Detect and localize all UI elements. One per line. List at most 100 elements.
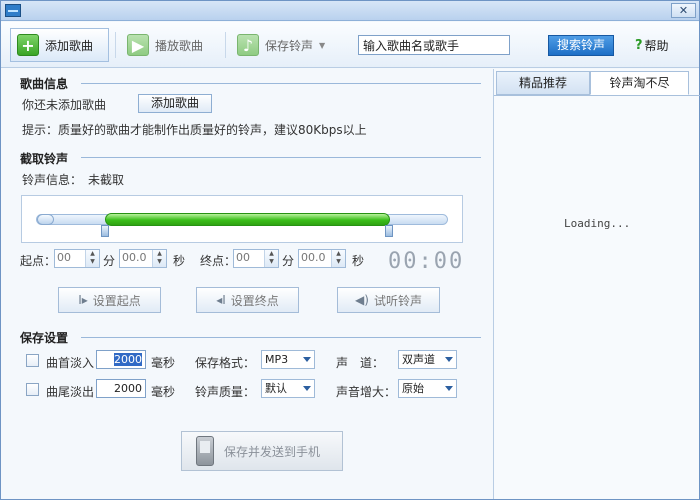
end-second-stepper[interactable]: 00.0 ▲ ▼ — [298, 249, 346, 268]
fade-in-input[interactable]: 2000 — [96, 350, 146, 369]
end-label: 终点： — [200, 254, 237, 268]
save-and-send-button[interactable]: 保存并发送到手机 — [181, 431, 343, 471]
save-and-send-label: 保存并发送到手机 — [224, 444, 321, 459]
add-song-button[interactable]: 添加歌曲 — [138, 94, 212, 113]
play-icon: ▶ — [127, 34, 149, 56]
song-info-title: 歌曲信息 — [20, 77, 69, 91]
time-display: 00:00 — [388, 249, 465, 274]
app-icon — [5, 4, 21, 17]
quality-select[interactable]: 默认 — [261, 379, 315, 398]
dropdown-arrow-icon[interactable]: ▼ — [319, 41, 325, 50]
play-song-button[interactable]: ▶ 播放歌曲 — [121, 28, 209, 62]
set-start-button[interactable]: I▸ 设置起点 — [58, 287, 161, 313]
clip-title: 截取铃声 — [20, 152, 69, 166]
title-bar: ✕ — [1, 1, 699, 21]
chevron-down-icon — [445, 357, 453, 362]
save-ringtone-label: 保存铃声 — [265, 38, 314, 53]
save-settings-title: 保存设置 — [20, 331, 69, 345]
play-song-label: 播放歌曲 — [155, 38, 204, 53]
ringtone-info-value: 未截取 — [88, 173, 125, 187]
fade-out-value: 2000 — [114, 382, 142, 395]
format-label: 保存格式： — [195, 356, 256, 370]
app-window: ✕ + 添加歌曲 ▶ 播放歌曲 ♪ 保存铃声 ▼ 搜索铃声 ? 帮助 歌曲信息 … — [0, 0, 700, 500]
set-start-icon: I▸ — [78, 293, 88, 307]
quality-tip: 提示：质量好的歌曲才能制作出质量好的铃声，建议80Kbps以上 — [22, 123, 367, 137]
minute-unit: 分 — [103, 254, 116, 268]
gain-select[interactable]: 原始 — [398, 379, 457, 398]
search-input[interactable] — [358, 35, 510, 55]
fade-out-label: 曲尾淡出 — [46, 385, 95, 399]
quality-label: 铃声质量： — [195, 385, 256, 399]
toolbar-separator — [225, 32, 226, 58]
recommend-panel: 精品推荐 铃声淘不尽 Loading... — [493, 69, 700, 499]
section-divider — [81, 337, 481, 338]
gain-value: 原始 — [402, 382, 424, 395]
format-value: MP3 — [265, 353, 289, 366]
search-button[interactable]: 搜索铃声 — [548, 35, 614, 56]
start-second-value: 00.0 — [122, 251, 147, 264]
speaker-icon: ◀) — [355, 293, 369, 307]
fade-in-label: 曲首淡入 — [46, 356, 95, 370]
save-ringtone-button[interactable]: ♪ 保存铃声 ▼ — [231, 28, 331, 62]
format-select[interactable]: MP3 — [261, 350, 315, 369]
music-icon: ♪ — [237, 34, 259, 56]
add-song-toolbar-button[interactable]: + 添加歌曲 — [10, 28, 109, 62]
end-second-value: 00.0 — [301, 251, 326, 264]
stepper-arrows-icon[interactable]: ▲ ▼ — [85, 250, 99, 267]
fade-out-input[interactable]: 2000 — [96, 379, 146, 398]
ms-unit: 毫秒 — [151, 385, 176, 399]
fade-out-checkbox[interactable] — [26, 383, 39, 396]
help-link[interactable]: ? 帮助 — [635, 37, 669, 54]
start-second-stepper[interactable]: 00.0 ▲ ▼ — [119, 249, 167, 268]
set-end-icon: ◂I — [216, 293, 226, 307]
main-panel: 歌曲信息 你还未添加歌曲 添加歌曲 提示：质量好的歌曲才能制作出质量好的铃声，建… — [1, 69, 491, 499]
second-unit: 秒 — [352, 254, 365, 268]
set-end-button[interactable]: ◂I 设置终点 — [196, 287, 299, 313]
tab-more-ringtones[interactable]: 铃声淘不尽 — [590, 71, 689, 95]
loading-text: Loading... — [564, 217, 631, 230]
toolbar-separator — [115, 32, 116, 58]
chevron-down-icon — [303, 357, 311, 362]
stepper-arrows-icon[interactable]: ▲ ▼ — [264, 250, 278, 267]
end-handle[interactable] — [385, 225, 393, 237]
chevron-down-icon — [445, 386, 453, 391]
phone-icon — [196, 436, 214, 466]
start-minute-value: 00 — [57, 251, 71, 264]
channel-value: 双声道 — [402, 353, 435, 366]
preview-label: 试听铃声 — [373, 293, 422, 308]
set-end-label: 设置终点 — [230, 293, 279, 308]
ms-unit: 毫秒 — [151, 356, 176, 370]
set-start-label: 设置起点 — [92, 293, 141, 308]
ringtone-info-label: 铃声信息： — [22, 173, 83, 187]
section-divider — [81, 83, 481, 84]
add-song-label: 添加歌曲 — [45, 38, 94, 53]
toolbar: + 添加歌曲 ▶ 播放歌曲 ♪ 保存铃声 ▼ 搜索铃声 ? 帮助 — [1, 22, 699, 68]
fade-in-checkbox[interactable] — [26, 354, 39, 367]
close-button[interactable]: ✕ — [671, 3, 696, 18]
gain-label: 声音增大： — [336, 385, 397, 399]
slider-knob[interactable] — [37, 214, 54, 225]
start-handle[interactable] — [101, 225, 109, 237]
minute-unit: 分 — [282, 254, 295, 268]
end-minute-value: 00 — [236, 251, 250, 264]
help-label: 帮助 — [644, 39, 669, 53]
help-icon: ? — [635, 38, 643, 53]
end-minute-stepper[interactable]: 00 ▲ ▼ — [233, 249, 279, 268]
add-icon: + — [17, 34, 39, 56]
preview-button[interactable]: ◀) 试听铃声 — [337, 287, 440, 313]
fade-in-value: 2000 — [114, 353, 142, 366]
clip-slider[interactable] — [21, 195, 463, 243]
tab-featured[interactable]: 精品推荐 — [496, 71, 590, 95]
section-divider — [81, 157, 481, 158]
slider-selection[interactable] — [105, 213, 390, 226]
stepper-arrows-icon[interactable]: ▲ ▼ — [152, 250, 166, 267]
start-label: 起点： — [20, 254, 57, 268]
stepper-arrows-icon[interactable]: ▲ ▼ — [331, 250, 345, 267]
start-minute-stepper[interactable]: 00 ▲ ▼ — [54, 249, 100, 268]
tab-divider — [494, 95, 700, 96]
second-unit: 秒 — [173, 254, 186, 268]
chevron-down-icon — [303, 386, 311, 391]
channel-select[interactable]: 双声道 — [398, 350, 457, 369]
song-status: 你还未添加歌曲 — [22, 98, 107, 112]
quality-value: 默认 — [265, 382, 287, 395]
